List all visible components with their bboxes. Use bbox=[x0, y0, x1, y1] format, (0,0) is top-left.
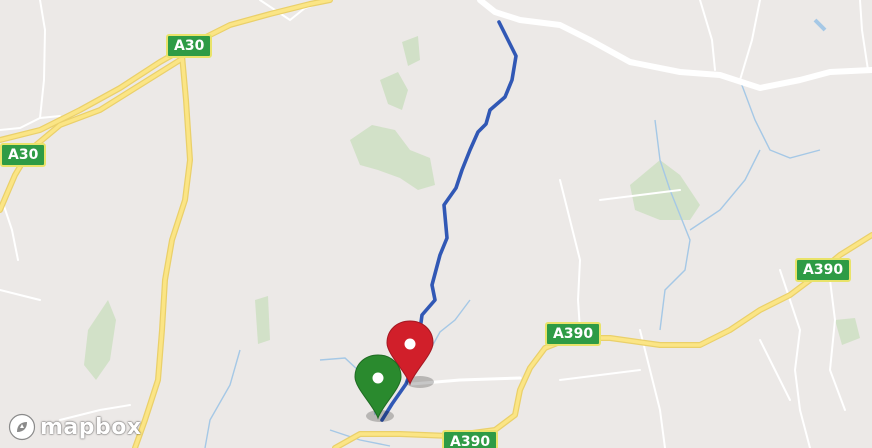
woodland-area bbox=[380, 72, 408, 110]
stream bbox=[689, 149, 761, 231]
woodland-area bbox=[84, 300, 116, 380]
minor-road bbox=[559, 369, 641, 381]
road-shield-a390: A390 bbox=[442, 430, 499, 448]
map-base-layer bbox=[0, 0, 872, 448]
minor-road bbox=[559, 179, 582, 331]
minor-road bbox=[39, 0, 47, 119]
map-pin-icon bbox=[354, 354, 402, 420]
mapbox-wordmark: mapbox bbox=[40, 414, 142, 440]
woodland-area bbox=[402, 36, 420, 66]
mapbox-attribution[interactable]: mapbox bbox=[8, 412, 142, 442]
road-shield-a390: A390 bbox=[795, 258, 852, 282]
woodland-area bbox=[835, 318, 860, 345]
minor-road bbox=[759, 339, 791, 401]
map-canvas[interactable]: A30 A30 A390 A390 A390 mapbox bbox=[0, 0, 872, 448]
road-shield-a390: A390 bbox=[545, 322, 602, 346]
minor-road bbox=[739, 0, 761, 81]
stream bbox=[204, 349, 241, 448]
road-shield-a30: A30 bbox=[0, 143, 47, 167]
minor-road bbox=[859, 0, 869, 71]
minor-road bbox=[699, 0, 716, 71]
minor-road bbox=[0, 289, 41, 301]
start-marker[interactable] bbox=[354, 354, 402, 420]
b-road bbox=[477, 0, 872, 91]
stream bbox=[654, 119, 691, 331]
minor-road bbox=[828, 279, 846, 411]
road-shield-a30: A30 bbox=[166, 34, 213, 58]
marker-dot bbox=[404, 338, 416, 350]
streams bbox=[204, 18, 827, 448]
stream bbox=[429, 299, 471, 351]
marker-dot bbox=[372, 372, 384, 384]
woodland-area bbox=[350, 125, 435, 190]
woodland-area bbox=[630, 160, 700, 220]
woodland-area bbox=[255, 296, 270, 344]
minor-road bbox=[1, 199, 19, 261]
mapbox-logo-icon bbox=[8, 413, 36, 441]
stream bbox=[813, 18, 827, 32]
stream bbox=[739, 79, 821, 159]
park-areas bbox=[84, 36, 860, 380]
a-roads bbox=[0, 0, 872, 448]
